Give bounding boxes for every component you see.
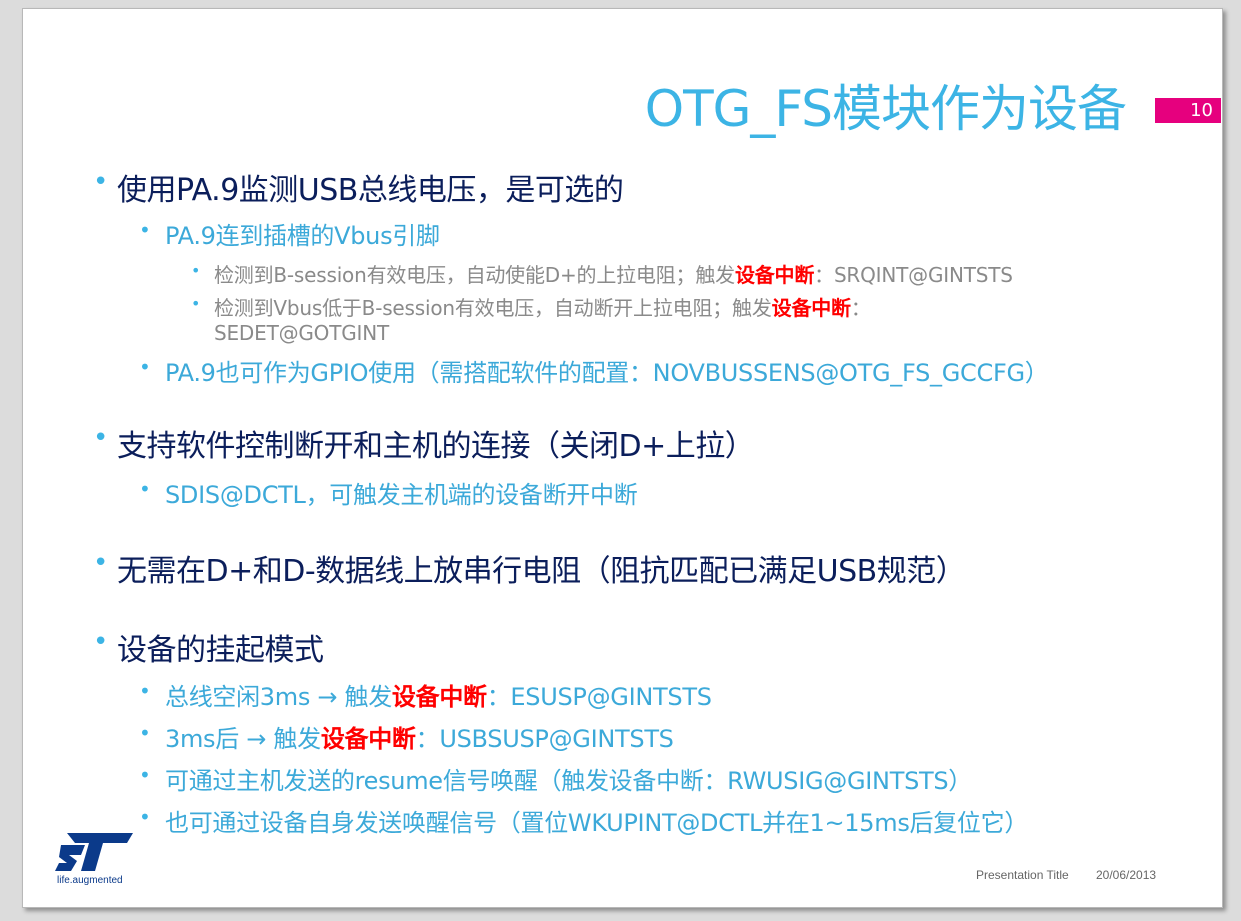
bullet-text: SDIS@DCTL，可触发主机端的设备断开中断 [165, 481, 638, 509]
bullet-dot-icon: • [139, 805, 151, 829]
footer-presentation-title: Presentation Title [976, 868, 1069, 882]
highlight-text: 设备中断 [391, 683, 487, 711]
bullet-dot-icon: • [139, 355, 151, 379]
bullet-text: PA.9连到插槽的Vbus引脚 [165, 222, 440, 250]
highlight-text: 设备中断 [734, 263, 815, 287]
bullet-level2-item: • 总线空闲3ms → 触发设备中断：ESUSP@GINTSTS [139, 677, 712, 712]
bullet-text: 可通过主机发送的resume信号唤醒（触发设备中断：RWUSIG@GINTSTS… [165, 767, 972, 795]
bullet-text: 无需在D+和D-数据线上放串行电阻（阻抗匹配已满足USB规范） [117, 554, 966, 589]
bullet-text: ： [850, 296, 871, 320]
bullet-text: PA.9也可作为GPIO使用（需搭配软件的配置：NOVBUSSENS@OTG_F… [165, 359, 1049, 387]
bullet-level2-item: • 也可通过设备自身发送唤醒信号（置位WKUPINT@DCTL并在1~15ms后… [139, 803, 1028, 838]
bullet-dot-icon: • [93, 548, 108, 578]
logo-tagline: life.augmented [57, 875, 123, 886]
bullet-text: ：ESUSP@GINTSTS [486, 683, 712, 711]
bullet-dot-icon: • [139, 477, 151, 501]
bullet-level2-item: • SDIS@DCTL，可触发主机端的设备断开中断 [139, 475, 638, 510]
bullet-level3-continuation: SEDET@GOTGINT [191, 321, 389, 345]
bullet-dot-icon: • [191, 261, 201, 280]
bullet-text: 使用PA.9监测USB总线电压，是可选的 [117, 173, 624, 208]
st-logo-icon [55, 833, 133, 871]
bullet-text: 也可通过设备自身发送唤醒信号（置位WKUPINT@DCTL并在1~15ms后复位… [165, 809, 1029, 837]
bullet-text: 检测到Vbus低于B-session有效电压，自动断开上拉电阻；触发 [214, 296, 772, 320]
bullet-dot-icon: • [93, 423, 108, 453]
bullet-level1-item: • 支持软件控制断开和主机的连接（关闭D+上拉） [93, 421, 755, 465]
footer-date: 20/06/2013 [1096, 868, 1157, 882]
bullet-text: 支持软件控制断开和主机的连接（关闭D+上拉） [117, 429, 755, 464]
bullet-dot-icon: • [191, 294, 201, 313]
bullet-dot-icon: • [93, 627, 108, 657]
bullet-text: 检测到B-session有效电压，自动使能D+的上拉电阻；触发 [214, 263, 735, 287]
bullet-text: 总线空闲3ms → 触发 [165, 683, 392, 711]
slide-title: OTG_FS模块作为设备 [644, 80, 1127, 138]
bullet-dot-icon: • [139, 721, 151, 745]
slide: OTG_FS模块作为设备 10 • 使用PA.9监测USB总线电压，是可选的 •… [22, 8, 1223, 908]
bullet-level1-item: • 无需在D+和D-数据线上放串行电阻（阻抗匹配已满足USB规范） [93, 546, 966, 590]
page-number-badge: 10 [1155, 98, 1221, 123]
bullet-level2-item: • 3ms后 → 触发设备中断：USBSUSP@GINTSTS [139, 719, 674, 754]
bullet-text: 3ms后 → 触发 [165, 725, 321, 753]
bullet-text: ：USBSUSP@GINTSTS [415, 725, 674, 753]
bullet-dot-icon: • [93, 167, 108, 197]
bullet-level2-item: • 可通过主机发送的resume信号唤醒（触发设备中断：RWUSIG@GINTS… [139, 761, 972, 796]
bullet-dot-icon: • [139, 763, 151, 787]
bullet-dot-icon: • [139, 218, 151, 242]
bullet-text: ：SRQINT@GINTSTS [814, 263, 1013, 287]
bullet-text: 设备的挂起模式 [117, 633, 324, 668]
highlight-text: 设备中断 [320, 725, 416, 753]
bullet-level1-item: • 设备的挂起模式 [93, 625, 324, 669]
bullet-dot-icon: • [139, 679, 151, 703]
bullet-level1-item: • 使用PA.9监测USB总线电压，是可选的 [93, 165, 624, 209]
bullet-text: SEDET@GOTGINT [214, 321, 390, 345]
bullet-level3-item: • 检测到Vbus低于B-session有效电压，自动断开上拉电阻；触发设备中断… [191, 292, 871, 321]
bullet-level2-item: • PA.9也可作为GPIO使用（需搭配软件的配置：NOVBUSSENS@OTG… [139, 353, 1049, 388]
bullet-level3-item: • 检测到B-session有效电压，自动使能D+的上拉电阻；触发设备中断：SR… [191, 259, 1013, 288]
highlight-text: 设备中断 [771, 296, 851, 320]
bullet-level2-item: • PA.9连到插槽的Vbus引脚 [139, 216, 440, 251]
